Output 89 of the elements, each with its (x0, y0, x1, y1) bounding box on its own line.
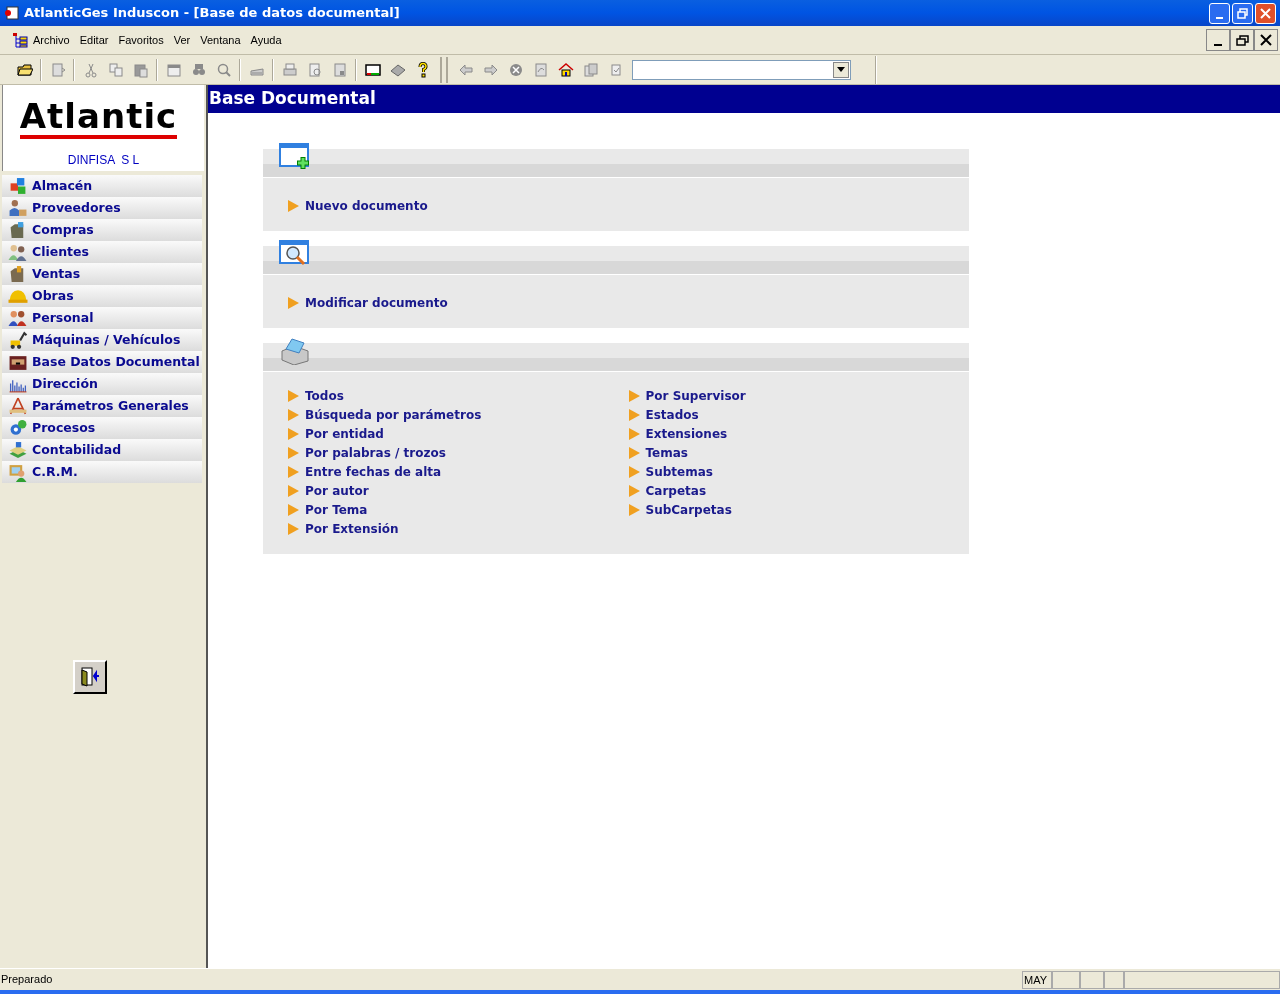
excavator-icon (8, 330, 28, 350)
people-icon (8, 308, 28, 328)
document-link[interactable]: Nuevo documento (288, 196, 637, 215)
window-title: AtlanticGes Induscon - [Base de datos documental] (24, 4, 400, 23)
bullet-arrow-icon (288, 389, 299, 402)
close-icon (1260, 34, 1272, 46)
bullet-arrow-icon (628, 446, 640, 459)
close-button[interactable] (1254, 29, 1278, 51)
printer-icon (279, 337, 309, 365)
bullet-arrow-icon (628, 503, 640, 516)
bullet-arrow-icon (628, 427, 640, 440)
bullet-arrow-icon (628, 465, 640, 478)
document-link[interactable]: Por Supervisor (628, 386, 969, 405)
bullet-arrow-icon (628, 389, 640, 402)
document-link[interactable]: Todos (288, 386, 629, 405)
close-icon (1260, 7, 1271, 19)
menu-item[interactable]: Editar (74, 29, 114, 51)
caps-indicator: MAY (1022, 970, 1052, 989)
document-link[interactable]: Estados (628, 405, 969, 424)
toolbar-grip[interactable] (440, 56, 448, 83)
sidebar-item[interactable]: Base Datos Documental (2, 351, 202, 373)
document-link[interactable]: SubCarpetas (628, 500, 969, 519)
document-link[interactable]: Por palabras / trozos (288, 443, 629, 462)
sidebar-item[interactable]: Personal (2, 307, 202, 329)
sidebar-item[interactable]: Máquinas / Vehículos (2, 329, 202, 351)
bullet-arrow-icon (288, 296, 299, 309)
door-arrow-icon (79, 666, 101, 688)
sidebar-item[interactable]: Almacén (2, 175, 202, 197)
document-link[interactable]: Extensiones (628, 424, 969, 443)
document-link[interactable]: Por Extensión (288, 519, 629, 538)
document-link[interactable]: Por entidad (288, 424, 629, 443)
bullet-arrow-icon (288, 465, 299, 478)
sidebar-item[interactable]: Proveedores (2, 197, 202, 219)
cubes-icon (8, 176, 28, 196)
gears-icon (8, 418, 28, 438)
restore-button[interactable] (1230, 29, 1254, 51)
bullet-arrow-icon (288, 503, 299, 516)
document-link[interactable]: Carpetas (628, 481, 969, 500)
app-icon (4, 5, 20, 21)
drafting-compass-icon (8, 396, 28, 416)
restore-icon (1237, 7, 1248, 19)
bullet-arrow-icon (288, 522, 299, 535)
document-link[interactable]: Búsqueda por parámetros (288, 405, 629, 424)
bullet-arrow-icon (628, 408, 640, 421)
window-magnifier-icon (279, 240, 309, 268)
bullet-arrow-icon (288, 427, 299, 440)
minimize-button[interactable] (1206, 29, 1230, 51)
minimize-icon (1214, 44, 1222, 46)
menu-item[interactable]: Archivo (28, 29, 75, 51)
sidebar-item[interactable]: Parámetros Generales (2, 395, 202, 417)
status-panel (1052, 970, 1080, 989)
menu-item[interactable]: Ayuda (245, 29, 287, 51)
menu-item[interactable]: Favoritos (113, 29, 169, 51)
tree-icon (12, 32, 28, 48)
sidebar-item[interactable]: Clientes (2, 241, 202, 263)
document-link[interactable]: Modificar documento (288, 293, 637, 312)
sidebar-item[interactable]: Obras (2, 285, 202, 307)
logo: Atlantic (19, 97, 178, 139)
sidebar-item[interactable]: C.R.M. (2, 461, 202, 483)
bullet-arrow-icon (288, 199, 299, 212)
bullet-arrow-icon (628, 484, 640, 497)
restore-icon (1235, 34, 1249, 46)
company-name: DINFISA S L (67, 152, 140, 169)
document-link[interactable]: Por autor (288, 481, 629, 500)
bullet-arrow-icon (288, 408, 299, 421)
document-link[interactable]: Temas (628, 443, 969, 462)
minimize-icon (1216, 16, 1223, 19)
address-combo-box[interactable] (632, 59, 851, 80)
bullet-arrow-icon (288, 484, 299, 497)
exit-button[interactable] (73, 660, 107, 694)
sidebar-item[interactable]: Dirección (2, 373, 202, 395)
document-link[interactable]: Por Tema (288, 500, 629, 519)
bullet-arrow-icon (288, 446, 299, 459)
menu-item[interactable]: Ventana (195, 29, 246, 51)
people-icon (8, 242, 28, 262)
person-with-card-icon (8, 462, 28, 482)
document-link[interactable]: Entre fechas de alta (288, 462, 629, 481)
new-window-icon (279, 143, 309, 171)
person-with-box-icon (8, 198, 28, 218)
menu-item[interactable]: Ver (168, 29, 196, 51)
sidebar-item[interactable]: Contabilidad (2, 439, 202, 461)
status-panel (1080, 970, 1104, 989)
status-message: Preparado (0, 972, 53, 988)
sidebar-item[interactable]: Ventas (2, 263, 202, 285)
money-stack-icon (8, 440, 28, 460)
page-title: Base Documental (209, 87, 376, 111)
sidebar-item[interactable]: Procesos (2, 417, 202, 439)
sidebar-item[interactable]: Compras (2, 219, 202, 241)
document-link[interactable]: Subtemas (628, 462, 969, 481)
